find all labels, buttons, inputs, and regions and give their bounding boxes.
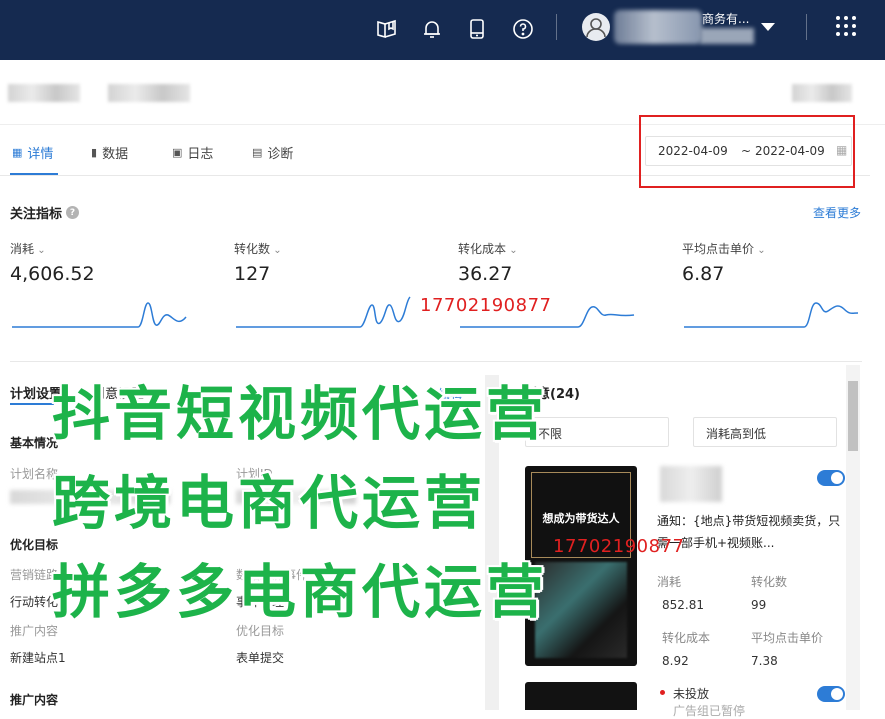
thumbnail-caption: 想成为带货达人 [542, 512, 620, 525]
scrollbar[interactable] [846, 365, 860, 710]
help-icon[interactable]: ? [66, 206, 80, 219]
tab-log[interactable]: ▣ 日志 [172, 142, 213, 162]
metric-conversion-cost: 转化成本 36.27 [458, 240, 658, 285]
promo-content-value: 新建站点1 [10, 651, 66, 665]
help-icon[interactable] [511, 17, 535, 41]
diagnose-icon: ▤ [252, 145, 263, 159]
chart-icon: ▦ [12, 145, 23, 159]
metric-value: 127 [234, 263, 271, 285]
tab-data[interactable]: ▮ 数据 [91, 142, 128, 162]
stat-label: 转化成本 [662, 631, 711, 645]
metric-label[interactable]: 平均点击单价 [682, 240, 882, 257]
watermark-line: 拼多多电商代运营 [52, 558, 549, 626]
stat-value: 7.38 [751, 654, 778, 668]
account-name[interactable]: 商务有... [702, 10, 749, 27]
tab-diagnose[interactable]: ▤ 诊断 [252, 142, 293, 162]
section-promo-content: 推广内容 [10, 693, 59, 707]
plan-id-redacted [108, 84, 190, 102]
phone-overlay: 17702190877 [420, 295, 552, 316]
metric-label[interactable]: 转化数 [234, 240, 434, 257]
avatar[interactable] [582, 13, 610, 41]
tablet-icon[interactable] [465, 17, 489, 41]
stat-value: 99 [751, 598, 767, 612]
divider [556, 14, 557, 40]
metric-label[interactable]: 转化成本 [458, 240, 658, 257]
see-more-link[interactable]: 查看更多 [813, 204, 861, 221]
stat-value: 852.81 [662, 598, 704, 612]
metric-avg-cpc: 平均点击单价 6.87 [682, 240, 882, 285]
divider [806, 14, 807, 40]
chevron-down-icon[interactable] [761, 23, 775, 31]
opt-target-value: 表单提交 [236, 651, 285, 665]
plan-title-redacted [8, 84, 80, 102]
bar-icon: ▮ [91, 145, 98, 159]
metrics-title: 关注指标 ? [10, 203, 80, 222]
metric-value: 6.87 [682, 263, 725, 285]
sparkline-cost [10, 293, 190, 333]
plan-name-label: 计划名称 [10, 467, 59, 481]
log-icon: ▣ [172, 145, 183, 159]
stat-label: 消耗 [657, 575, 682, 589]
creative-name-redacted [660, 466, 722, 502]
metric-conversions: 转化数 127 [234, 240, 434, 285]
top-navigation-bar: 商务有... [0, 0, 885, 60]
sparkline-conversions [234, 293, 414, 333]
creative-status-sub: 广告组已暂停 [673, 704, 746, 718]
account-name-redacted [614, 10, 702, 44]
stat-label: 转化数 [751, 575, 788, 589]
watermark-line: 抖音短视频代运营 [52, 380, 549, 448]
header-action-redacted [792, 84, 852, 102]
divider [10, 361, 862, 362]
tab-details[interactable]: ▦ 详情 [12, 142, 53, 162]
watermark-line: 跨境电商代运营 [52, 469, 487, 537]
section-basic-info: 基本情况 [10, 436, 59, 450]
sort-select[interactable]: 消耗高到低 ⌄ [693, 417, 837, 447]
stat-label: 平均点击单价 [751, 631, 824, 645]
marketing-label: 营销链路 [10, 568, 59, 582]
marketing-value: 行动转化 [10, 595, 59, 609]
bell-icon[interactable] [420, 17, 444, 41]
metric-value: 4,606.52 [10, 263, 95, 285]
creative-toggle[interactable] [817, 470, 845, 486]
creative-status: 未投放 [673, 687, 710, 701]
creative-title: 通知：{地点}带货短视频卖货，只需一部手机+视频账... [657, 514, 841, 550]
creative-thumbnail[interactable] [525, 682, 637, 710]
metric-label[interactable]: 消耗 [10, 240, 210, 257]
account-sub-redacted [700, 28, 754, 44]
section-optimize-target: 优化目标 [10, 538, 59, 552]
status-dot [660, 690, 665, 695]
book-icon[interactable] [375, 17, 399, 41]
promo-content-label: 推广内容 [10, 624, 59, 638]
metric-value: 36.27 [458, 263, 513, 285]
sparkline-avg-cpc [682, 293, 862, 333]
phone-overlay: 17702190877 [553, 536, 685, 557]
stat-value: 8.92 [662, 654, 689, 668]
app-grid-icon[interactable] [835, 15, 857, 37]
chevron-down-icon: ⌄ [538, 424, 548, 437]
thumbnail-image-redacted [535, 562, 627, 658]
creative-toggle[interactable] [817, 686, 845, 702]
chevron-down-icon: ⌄ [706, 424, 716, 437]
scrollbar-thumb[interactable] [848, 381, 858, 451]
metric-cost: 消耗 4,606.52 [10, 240, 210, 285]
highlight-box [639, 115, 855, 188]
